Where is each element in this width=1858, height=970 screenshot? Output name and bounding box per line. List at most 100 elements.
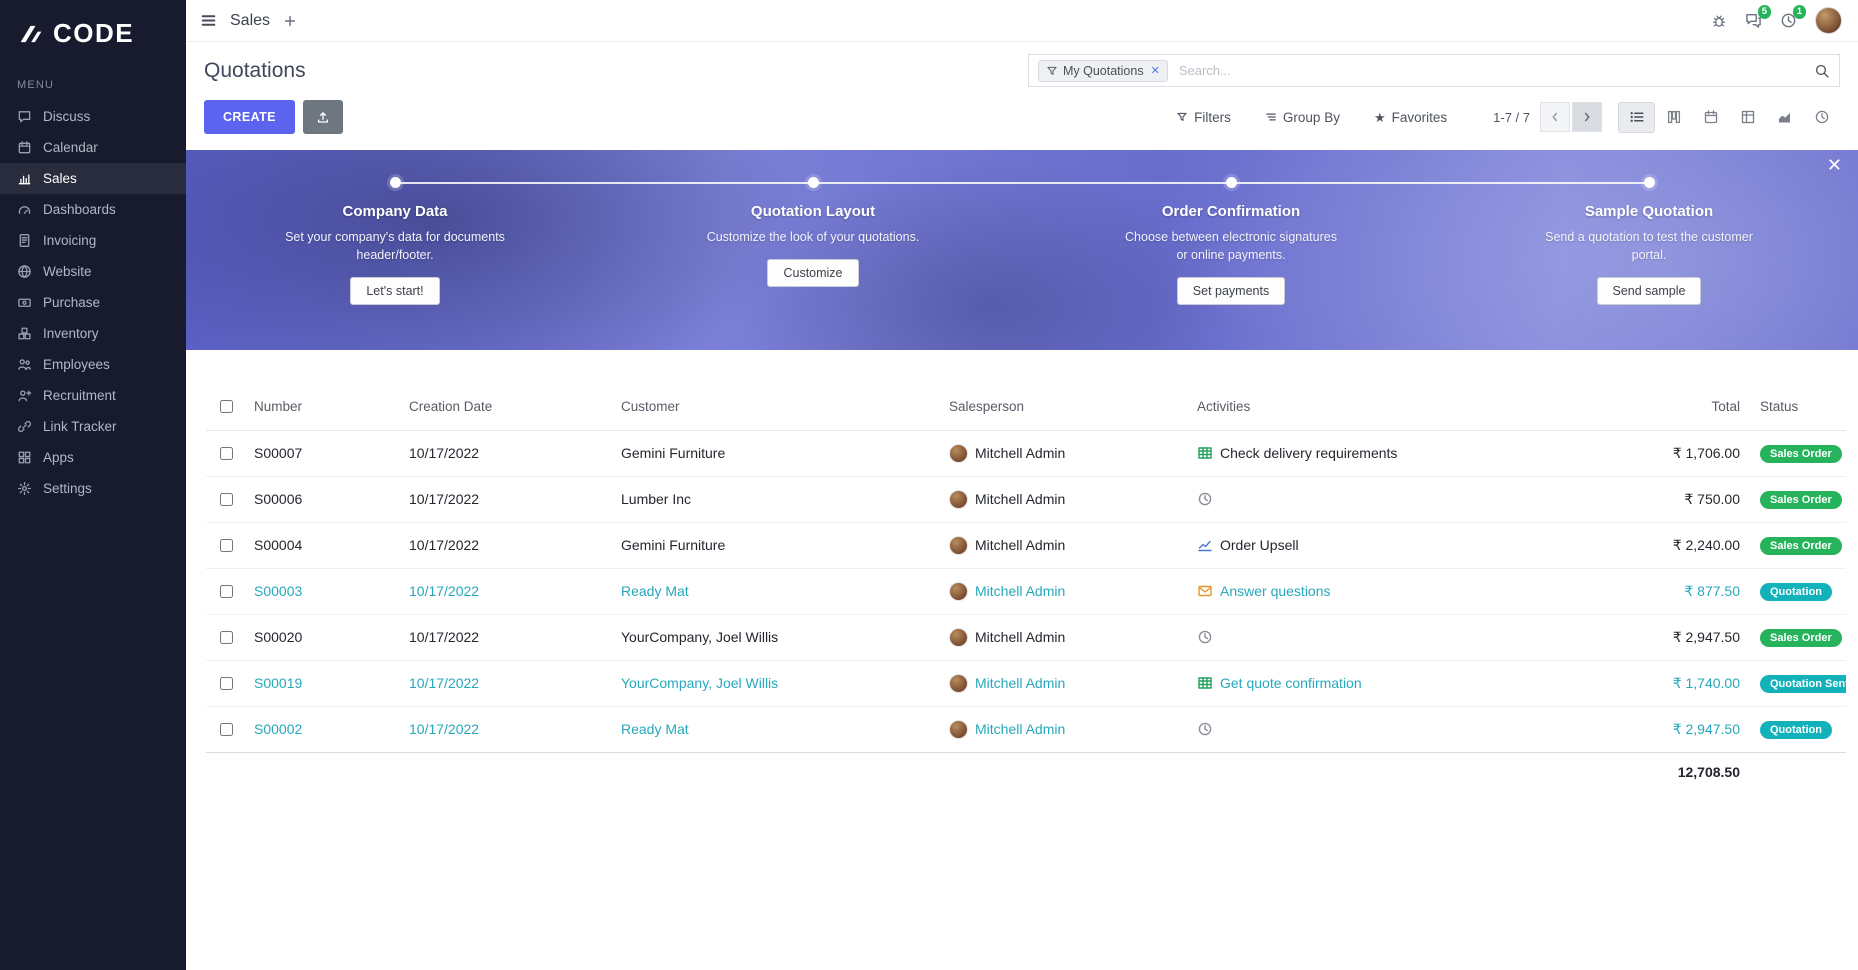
row-checkbox[interactable] <box>220 677 233 690</box>
hamburger-menu-icon[interactable] <box>200 12 217 29</box>
add-tab-icon[interactable] <box>283 14 297 28</box>
cell-activities[interactable]: Order Upsell <box>1187 522 1632 568</box>
row-checkbox[interactable] <box>220 447 233 460</box>
cell-number[interactable]: S00020 <box>244 614 399 660</box>
table-row-s00003[interactable]: S00003 10/17/2022 Ready Mat Mitchell Adm… <box>206 568 1846 614</box>
cell-number[interactable]: S00002 <box>244 706 399 752</box>
cell-number[interactable]: S00007 <box>244 430 399 476</box>
let-s-start-button[interactable]: Let's start! <box>350 277 439 305</box>
group-by-button[interactable]: Group By <box>1259 109 1346 126</box>
sidebar-item-recruitment[interactable]: Recruitment <box>0 380 186 411</box>
cell-status[interactable]: Sales Order <box>1750 614 1846 660</box>
cell-customer[interactable]: Gemini Furniture <box>611 522 939 568</box>
cell-customer[interactable]: Ready Mat <box>611 568 939 614</box>
cell-total[interactable]: ₹ 2,240.00 <box>1632 522 1750 568</box>
table-row-s00020[interactable]: S00020 10/17/2022 YourCompany, Joel Will… <box>206 614 1846 660</box>
row-checkbox[interactable] <box>220 723 233 736</box>
header-activities[interactable]: Activities <box>1187 384 1632 430</box>
header-creation-date[interactable]: Creation Date <box>399 384 611 430</box>
sidebar-item-sales[interactable]: Sales <box>0 163 186 194</box>
cell-salesperson[interactable]: Mitchell Admin <box>939 522 1187 568</box>
cell-number[interactable]: S00019 <box>244 660 399 706</box>
sidebar-item-calendar[interactable]: Calendar <box>0 132 186 163</box>
sidebar-item-settings[interactable]: Settings <box>0 473 186 504</box>
search-box[interactable]: My Quotations ✕ <box>1028 54 1840 87</box>
pager-next-button[interactable] <box>1572 102 1602 132</box>
cell-total[interactable]: ₹ 1,706.00 <box>1632 430 1750 476</box>
sidebar-item-website[interactable]: Website <box>0 256 186 287</box>
cell-activities[interactable]: Answer questions <box>1187 568 1632 614</box>
view-kanban-button[interactable] <box>1655 102 1692 133</box>
cell-creation-date[interactable]: 10/17/2022 <box>399 660 611 706</box>
cell-status[interactable]: Sales Order <box>1750 430 1846 476</box>
cell-activities[interactable]: Get quote confirmation <box>1187 660 1632 706</box>
table-row-s00007[interactable]: S00007 10/17/2022 Gemini Furniture Mitch… <box>206 430 1846 476</box>
view-activity-button[interactable] <box>1803 102 1840 133</box>
cell-status[interactable]: Quotation Sent <box>1750 660 1846 706</box>
search-filter-chip[interactable]: My Quotations ✕ <box>1038 60 1168 82</box>
cell-salesperson[interactable]: Mitchell Admin <box>939 476 1187 522</box>
cell-creation-date[interactable]: 10/17/2022 <box>399 476 611 522</box>
sidebar-item-employees[interactable]: Employees <box>0 349 186 380</box>
view-list-button[interactable] <box>1618 102 1655 133</box>
filters-button[interactable]: Filters <box>1170 109 1237 126</box>
sidebar-item-link-tracker[interactable]: Link Tracker <box>0 411 186 442</box>
set-payments-button[interactable]: Set payments <box>1177 277 1285 305</box>
header-salesperson[interactable]: Salesperson <box>939 384 1187 430</box>
activities-clock-icon[interactable]: 1 <box>1780 12 1797 29</box>
customize-button[interactable]: Customize <box>767 259 858 287</box>
view-pivot-button[interactable] <box>1729 102 1766 133</box>
cell-total[interactable]: ₹ 1,740.00 <box>1632 660 1750 706</box>
cell-total[interactable]: ₹ 2,947.50 <box>1632 706 1750 752</box>
cell-customer[interactable]: YourCompany, Joel Willis <box>611 660 939 706</box>
cell-creation-date[interactable]: 10/17/2022 <box>399 614 611 660</box>
cell-creation-date[interactable]: 10/17/2022 <box>399 430 611 476</box>
export-button[interactable] <box>303 100 343 134</box>
debug-bug-icon[interactable] <box>1711 13 1727 29</box>
create-button[interactable]: CREATE <box>204 100 295 134</box>
cell-number[interactable]: S00006 <box>244 476 399 522</box>
cell-total[interactable]: ₹ 2,947.50 <box>1632 614 1750 660</box>
sidebar-item-purchase[interactable]: Purchase <box>0 287 186 318</box>
row-checkbox[interactable] <box>220 631 233 644</box>
cell-status[interactable]: Quotation <box>1750 568 1846 614</box>
cell-status[interactable]: Quotation <box>1750 706 1846 752</box>
row-checkbox[interactable] <box>220 539 233 552</box>
cell-customer[interactable]: Lumber Inc <box>611 476 939 522</box>
cell-activities[interactable] <box>1187 476 1632 522</box>
cell-total[interactable]: ₹ 877.50 <box>1632 568 1750 614</box>
search-input[interactable] <box>1177 62 1805 79</box>
cell-activities[interactable] <box>1187 706 1632 752</box>
header-status[interactable]: Status <box>1750 384 1846 430</box>
user-avatar[interactable] <box>1815 7 1842 34</box>
cell-creation-date[interactable]: 10/17/2022 <box>399 706 611 752</box>
cell-total[interactable]: ₹ 750.00 <box>1632 476 1750 522</box>
cell-customer[interactable]: Gemini Furniture <box>611 430 939 476</box>
cell-salesperson[interactable]: Mitchell Admin <box>939 430 1187 476</box>
sidebar-item-dashboards[interactable]: Dashboards <box>0 194 186 225</box>
sidebar-item-apps[interactable]: Apps <box>0 442 186 473</box>
table-row-s00004[interactable]: S00004 10/17/2022 Gemini Furniture Mitch… <box>206 522 1846 568</box>
cell-creation-date[interactable]: 10/17/2022 <box>399 568 611 614</box>
view-calendar-button[interactable] <box>1692 102 1729 133</box>
header-total[interactable]: Total <box>1632 384 1750 430</box>
cell-number[interactable]: S00004 <box>244 522 399 568</box>
favorites-button[interactable]: ★ Favorites <box>1368 109 1453 126</box>
cell-activities[interactable] <box>1187 614 1632 660</box>
cell-creation-date[interactable]: 10/17/2022 <box>399 522 611 568</box>
sidebar-item-invoicing[interactable]: Invoicing <box>0 225 186 256</box>
cell-customer[interactable]: Ready Mat <box>611 706 939 752</box>
cell-salesperson[interactable]: Mitchell Admin <box>939 614 1187 660</box>
cell-status[interactable]: Sales Order <box>1750 476 1846 522</box>
remove-filter-icon[interactable]: ✕ <box>1151 64 1160 77</box>
cell-salesperson[interactable]: Mitchell Admin <box>939 568 1187 614</box>
header-number[interactable]: Number <box>244 384 399 430</box>
cell-status[interactable]: Sales Order <box>1750 522 1846 568</box>
current-app-name[interactable]: Sales <box>230 12 270 30</box>
view-graph-button[interactable] <box>1766 102 1803 133</box>
cell-activities[interactable]: Check delivery requirements <box>1187 430 1632 476</box>
cell-number[interactable]: S00003 <box>244 568 399 614</box>
cell-salesperson[interactable]: Mitchell Admin <box>939 706 1187 752</box>
select-all-checkbox[interactable] <box>220 400 233 413</box>
row-checkbox[interactable] <box>220 493 233 506</box>
